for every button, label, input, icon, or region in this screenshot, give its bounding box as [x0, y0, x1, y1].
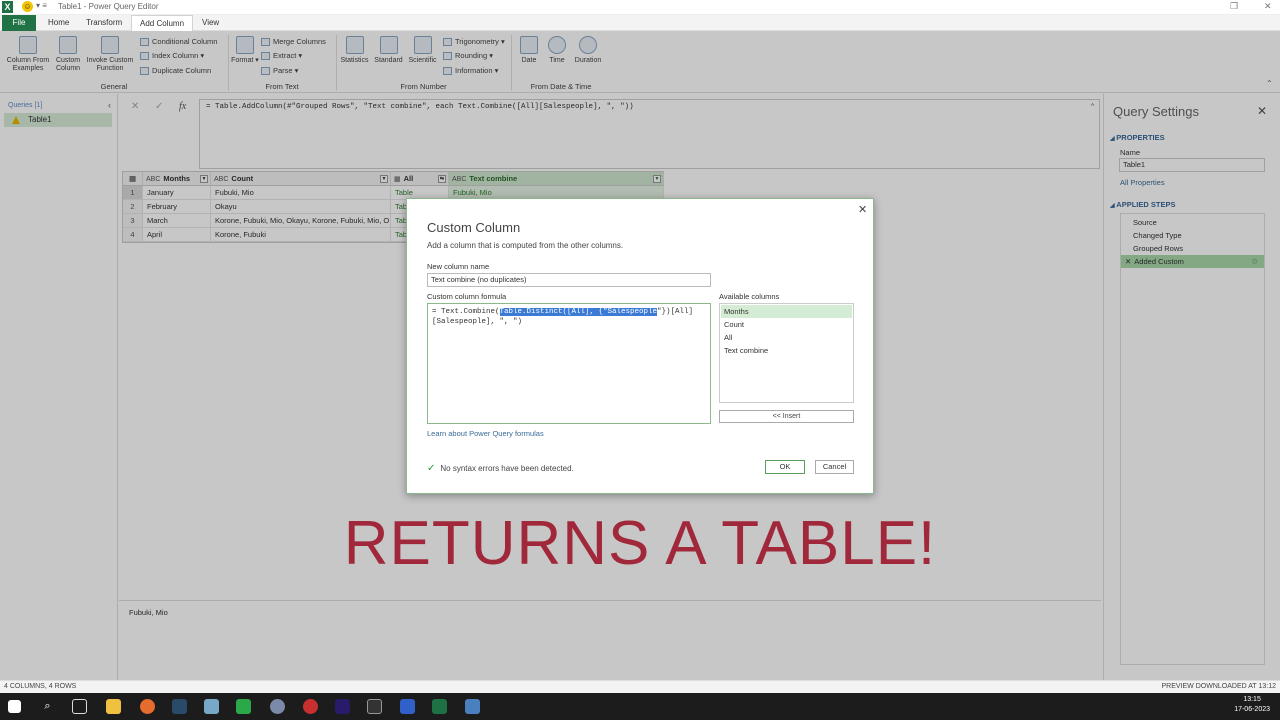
excel-app-icon: X — [2, 1, 13, 13]
firefox-icon[interactable] — [140, 699, 155, 714]
status-left: 4 COLUMNS, 4 ROWS — [4, 683, 77, 690]
tab-add-column[interactable]: Add Column — [131, 15, 194, 31]
photos-icon[interactable] — [465, 699, 480, 714]
pycharm-icon[interactable] — [236, 699, 251, 714]
formula-label: Custom column formula — [427, 292, 507, 301]
status-bar: 4 COLUMNS, 4 ROWS PREVIEW DOWNLOADED AT … — [0, 680, 1280, 693]
available-column-item[interactable]: Text combine — [721, 344, 852, 357]
insert-button[interactable]: << Insert — [719, 410, 854, 423]
video-caption: RETURNS A TABLE! — [343, 509, 937, 578]
formula-editor[interactable]: = Text.Combine(Table.Distinct([All], {"S… — [427, 303, 711, 424]
tab-file[interactable]: File — [2, 15, 36, 31]
learn-formulas-link[interactable]: Learn about Power Query formulas — [427, 429, 544, 438]
tab-view[interactable]: View — [194, 15, 227, 31]
ribbon-tabs: File Home Transform Add Column View — [0, 15, 1280, 31]
search-icon[interactable]: ⌕ — [40, 699, 55, 714]
available-column-item[interactable]: Months — [721, 305, 852, 318]
close-dialog-icon[interactable]: ✕ — [858, 203, 867, 216]
cancel-button[interactable]: Cancel — [815, 460, 854, 474]
notion-icon[interactable] — [367, 699, 382, 714]
window-title: Table1 - Power Query Editor — [58, 2, 159, 11]
available-columns-list: Months Count All Text combine — [719, 303, 854, 403]
title-bar: X ☺ ▾ ≡ Table1 - Power Query Editor ❐ ✕ — [0, 0, 1280, 15]
dialog-title: Custom Column — [427, 220, 521, 235]
taskbar: ⌕ 13:15 17-06-2023 — [0, 693, 1280, 720]
available-columns-label: Available columns — [719, 292, 780, 301]
file-explorer-icon[interactable] — [106, 699, 121, 714]
syntax-status: ✓ No syntax errors have been detected. — [427, 463, 574, 474]
smiley-icon[interactable]: ☺ — [22, 1, 33, 12]
tab-transform[interactable]: Transform — [78, 15, 130, 31]
quick-access-dropdown-icon[interactable]: ▾ ≡ — [36, 1, 47, 10]
tab-home[interactable]: Home — [40, 15, 77, 31]
available-column-item[interactable]: Count — [721, 318, 852, 331]
dialog-subtitle: Add a column that is computed from the o… — [427, 241, 624, 250]
checkmark-icon: ✓ — [427, 463, 436, 474]
new-column-label: New column name — [427, 262, 490, 271]
chrome-icon[interactable] — [270, 699, 285, 714]
obs-icon[interactable] — [303, 699, 318, 714]
app-icon[interactable] — [204, 699, 219, 714]
excel-taskbar-icon[interactable] — [432, 699, 447, 714]
new-column-name-input[interactable]: Text combine (no duplicates) — [427, 273, 711, 287]
premiere-icon[interactable] — [335, 699, 350, 714]
clock[interactable]: 13:15 17-06-2023 — [1234, 695, 1270, 715]
windows-start-icon[interactable] — [8, 700, 21, 713]
available-column-item[interactable]: All — [721, 331, 852, 344]
close-window-icon[interactable]: ✕ — [1264, 1, 1272, 12]
task-view-icon[interactable] — [72, 699, 87, 714]
selected-formula-text: Table.Distinct([All], {"Salespeople — [499, 308, 658, 316]
steam-icon[interactable] — [172, 699, 187, 714]
restore-icon[interactable]: ❐ — [1230, 1, 1238, 12]
status-right: PREVIEW DOWNLOADED AT 13:12 — [1161, 683, 1277, 690]
custom-column-dialog: ✕ Custom Column Add a column that is com… — [406, 198, 874, 494]
ok-button[interactable]: OK — [765, 460, 805, 474]
editor-icon[interactable] — [400, 699, 415, 714]
